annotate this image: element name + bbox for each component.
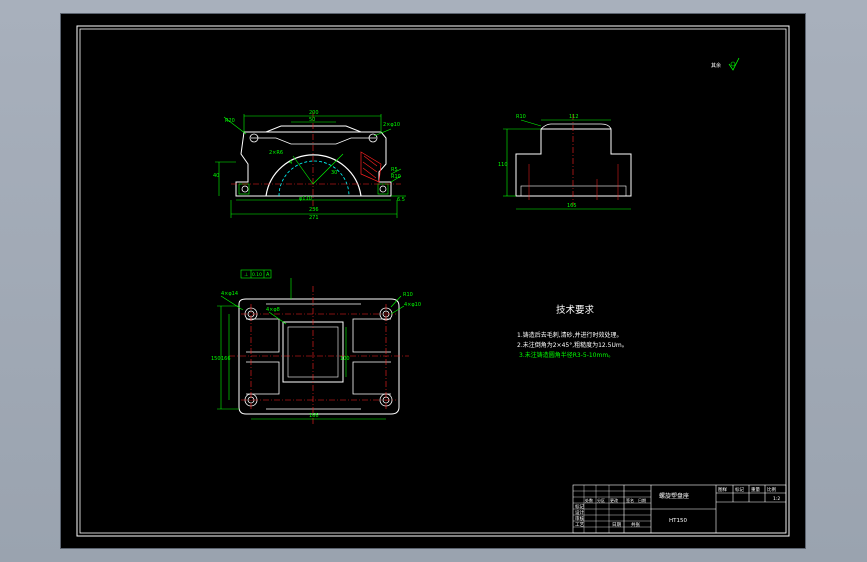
sheet-inner-border — [79, 28, 787, 534]
front-view: 200 50 R20 2×φ10 2×R6 40 φ110 236 271 R5… — [213, 110, 406, 221]
front-view-hatch — [360, 151, 382, 183]
top-dim-corner-left: 4×φ14 — [221, 291, 238, 297]
top-dim-hole-right: 4×φ10 — [404, 302, 421, 308]
dim-note-b: 30 — [331, 170, 337, 176]
title-col-4: 比例 — [767, 486, 776, 493]
title-col-2: 标记 — [735, 486, 744, 493]
title-row-4: 工艺 — [575, 522, 584, 528]
dim-right-small-2: R10 — [391, 174, 401, 180]
dim-base-width: 236 — [309, 207, 319, 213]
roughness-symbol: 其余 — [711, 57, 740, 71]
dim-inner-top: 50 — [309, 117, 315, 123]
dim-arc: 2×R6 — [269, 150, 283, 156]
top-dim-left-h1: 150 — [211, 356, 221, 362]
title-col-1: 图样 — [718, 486, 727, 493]
technical-notes: 技术要求 1.铸造后去毛刺,清砂,并进行时效处理。 2.未注倒角为2×45°,粗… — [517, 304, 628, 359]
dim-top-width: 200 — [309, 110, 319, 116]
title-row-2: 设计 — [575, 509, 584, 516]
title-sig-1: 处数 — [585, 497, 593, 503]
top-dim-corner-right: R10 — [403, 292, 413, 298]
datum-box: ⊥ 0.10 A — [240, 269, 272, 279]
title-bottom-1: 日期 — [612, 522, 621, 528]
dim-bore: φ110 — [299, 196, 312, 202]
datum-perp: ⊥ — [244, 272, 248, 278]
side-dim-left-top: R10 — [516, 114, 526, 120]
dim-height-left: 40 — [213, 173, 219, 179]
title-sig-4: 签名 — [626, 497, 634, 503]
title-row-3: 审核 — [575, 515, 584, 522]
front-view-body-outline — [235, 131, 392, 197]
title-sig-3: 更改 — [610, 497, 618, 503]
cad-drawing: 其余 200 50 R20 2×φ10 2×R6 40 φ110 236 271… — [76, 25, 790, 537]
front-view-bore-arc — [265, 154, 362, 197]
top-view-outline — [238, 298, 400, 415]
notes-line-3: 3.未注铸造圆角半径R3-5-10mm。 — [519, 351, 614, 359]
top-dim-bottom-w: 166 — [309, 413, 319, 419]
notes-line-2: 2.未注倒角为2×45°,粗糙度为12.5Um。 — [517, 341, 628, 349]
title-col-3: 重量 — [751, 486, 760, 493]
dim-note-a: 4 — [289, 160, 292, 166]
front-view-top-recess — [265, 125, 362, 133]
title-code: HT150 — [669, 518, 687, 524]
dim-right-small-3: 6.5 — [397, 197, 405, 203]
side-view: 112 R10 110 165 — [498, 114, 632, 210]
sheet-outer-border — [76, 25, 790, 537]
title-scale: 1:2 — [773, 496, 780, 502]
top-dim-left-h2: 166 — [221, 356, 231, 362]
title-row-1: 标记 — [575, 503, 584, 510]
dim-radius: R20 — [225, 118, 235, 124]
title-sig-2: 分区 — [597, 497, 605, 503]
datum-ref: A — [266, 272, 270, 278]
side-dim-height: 110 — [498, 162, 508, 168]
title-sig-5: 日期 — [638, 497, 646, 503]
roughness-label: 其余 — [711, 62, 721, 69]
top-view: ⊥ 0.10 A 4×φ14 R10 4×φ10 4×φ8 150 166 10… — [211, 269, 421, 424]
dim-overall-width: 271 — [309, 215, 319, 221]
notes-title: 技术要求 — [556, 304, 595, 316]
dim-hole: 2×φ10 — [383, 122, 400, 128]
title-part-name: 螺旋塑盘座 — [659, 492, 689, 500]
title-bottom-2: 共张 — [631, 521, 640, 528]
notes-line-1: 1.铸造后去毛刺,清砂,并进行时效处理。 — [517, 331, 623, 339]
side-dim-top: 112 — [569, 114, 579, 120]
dim-right-small-1: R5 — [391, 167, 398, 173]
top-dim-inner-h: 100 — [340, 356, 350, 362]
datum-tol: 0.10 — [252, 272, 262, 278]
top-dim-inner-hole: 4×φ8 — [266, 307, 280, 313]
cad-viewport[interactable]: 其余 200 50 R20 2×φ10 2×R6 40 φ110 236 271… — [60, 13, 806, 549]
side-dim-bottom: 165 — [567, 203, 577, 209]
